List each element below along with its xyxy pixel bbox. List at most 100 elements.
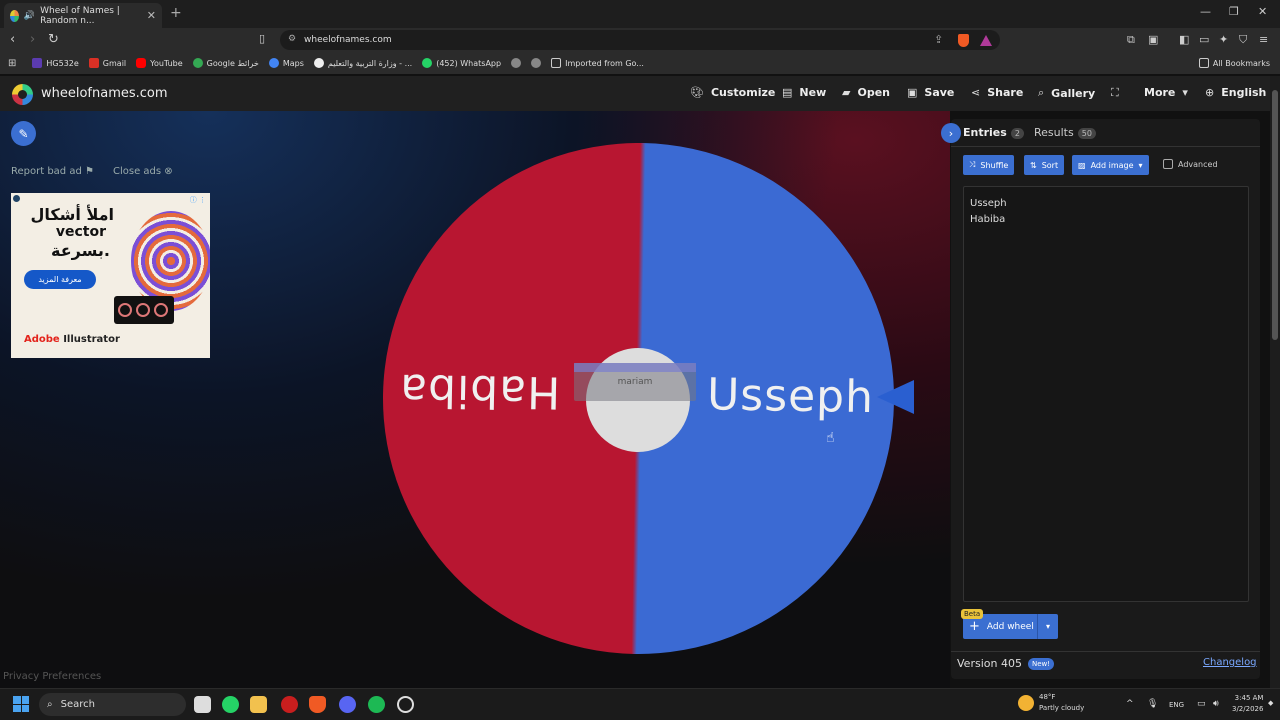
new-button[interactable]: ▤ New [782, 86, 826, 99]
new-badge: New! [1027, 657, 1055, 670]
discord-icon[interactable] [339, 696, 356, 713]
advertisement[interactable]: ⓘ ⋮ املأ أشكال vector بسرعة. معرفة المزي… [11, 193, 210, 358]
caret-down-icon: ▾ [1182, 86, 1188, 99]
whatsapp-taskbar-icon[interactable] [222, 696, 239, 713]
tab-results[interactable]: Results 50 [1034, 126, 1096, 139]
bookmark-item[interactable]: (452) WhatsApp [422, 58, 501, 68]
spotify-icon[interactable] [368, 696, 385, 713]
site-info-icon[interactable]: ⚙ [288, 34, 296, 44]
shuffle-button[interactable]: ⤨ Shuffle [963, 155, 1015, 175]
bookmark-icon[interactable]: ▯ [259, 32, 265, 45]
close-ads-link[interactable]: Close ads ⊗ [113, 166, 173, 177]
save-button[interactable]: ▣ Save [907, 86, 954, 99]
globe-bookmark-icon[interactable] [531, 58, 542, 68]
wheel-pointer-icon [877, 380, 914, 414]
bookmark-item[interactable]: وزارة التربية والتعليم - ... [313, 58, 412, 68]
search-icon: ⌕ [47, 699, 53, 710]
share-page-icon[interactable]: ⇪ [934, 33, 943, 46]
notification-icon[interactable]: ◆ [1268, 699, 1273, 707]
site-title[interactable]: wheelofnames.com [41, 86, 168, 101]
network-icon[interactable]: ▭ [1197, 699, 1206, 709]
language-indicator[interactable]: ENG [1169, 701, 1184, 709]
tab-entries[interactable]: Entries 2 [963, 126, 1024, 139]
wallet-icon[interactable]: ▣ [1148, 33, 1158, 46]
windows-start-icon[interactable] [13, 696, 29, 712]
edit-pencil-icon[interactable]: ✎ [11, 121, 36, 146]
browser-tab[interactable]: 🔊 Wheel of Names | Random n... ✕ [4, 3, 162, 28]
brave-taskbar-icon[interactable] [309, 696, 326, 713]
url-text: wheelofnames.com [304, 35, 392, 45]
ad-headline-3: بسرعة. [51, 241, 110, 260]
adchoices-icon[interactable]: ⓘ ⋮ [190, 195, 206, 205]
privacy-preferences-link[interactable]: Privacy Preferences [3, 671, 101, 682]
sidebar-icon[interactable]: ◧ [1179, 33, 1189, 46]
vpn-shield-icon[interactable]: ⛉ [1239, 33, 1247, 47]
floppy-icon: ▣ [907, 86, 918, 99]
bookmark-item[interactable]: YouTube [136, 58, 183, 68]
share-button[interactable]: ⋖ Share [971, 86, 1023, 99]
entry-line: Habiba [970, 214, 1006, 225]
results-count: 50 [1077, 128, 1096, 139]
tray-chevron-icon[interactable]: ^ [1126, 699, 1134, 709]
extensions-icon[interactable]: ⧉ [1127, 33, 1135, 47]
add-image-button[interactable]: ▨ Add image ▾ [1072, 155, 1149, 175]
app-outline-icon[interactable] [397, 696, 414, 713]
speaker-icon[interactable]: 🔊 [24, 11, 35, 21]
fullscreen-button[interactable]: ⛶ [1111, 86, 1119, 100]
fullscreen-icon: ⛶ [1111, 86, 1119, 99]
wheel-segment-label: Habiba [398, 363, 561, 418]
reload-icon[interactable]: ↻ [48, 32, 59, 47]
caret-down-icon[interactable]: ▾ [1038, 622, 1058, 631]
address-bar[interactable]: ⚙ wheelofnames.com [280, 30, 1000, 50]
weather-widget[interactable]: 48°F Partly cloudy [1018, 692, 1084, 714]
advanced-checkbox[interactable]: Advanced [1163, 159, 1218, 169]
minimize-icon[interactable]: — [1200, 5, 1211, 18]
bookmark-item[interactable]: Gmail [88, 58, 126, 68]
volume-icon[interactable]: 🔊︎ [1213, 699, 1219, 709]
new-tab-button[interactable]: + [170, 5, 182, 21]
window-close-icon[interactable]: ✕ [1258, 5, 1267, 18]
microphone-icon[interactable]: 🎙︎ [1147, 699, 1158, 709]
tab-search-icon[interactable]: ▭ [1199, 33, 1209, 46]
system-clock[interactable]: 3:45 AM 3/2/2026 [1232, 693, 1263, 715]
brave-shields-icon[interactable] [958, 34, 969, 47]
task-view-icon[interactable] [194, 696, 211, 713]
menu-icon[interactable]: ≡ [1259, 33, 1268, 46]
apps-icon[interactable]: ⊞ [8, 58, 16, 69]
customize-button[interactable]: 🎨︎ Customize [690, 86, 775, 99]
scrollbar-thumb[interactable] [1272, 90, 1278, 340]
close-circle-icon: ⊗ [164, 166, 173, 177]
app-red-icon[interactable] [281, 696, 298, 713]
sort-button[interactable]: ⇅ Sort [1024, 155, 1065, 175]
wheel-logo-icon[interactable] [12, 84, 33, 105]
site-favicon-icon [10, 9, 19, 22]
bookmark-item[interactable]: HG532e [32, 58, 79, 68]
forward-icon[interactable]: › [30, 32, 35, 47]
open-button[interactable]: ▰ Open [842, 86, 890, 99]
back-icon[interactable]: ‹ [10, 32, 15, 47]
more-button[interactable]: More ▾ [1144, 86, 1188, 99]
bookmark-item[interactable]: Maps [268, 58, 304, 68]
brave-rewards-icon[interactable] [980, 35, 992, 46]
file-explorer-icon[interactable] [250, 696, 267, 713]
tab-close-icon[interactable]: ✕ [147, 9, 156, 22]
changelog-link[interactable]: Changelog [1203, 657, 1257, 668]
entries-textarea[interactable]: Usseph Habiba [963, 186, 1249, 602]
gallery-button[interactable]: ⌕ Gallery [1038, 86, 1095, 100]
leo-ai-icon[interactable]: ✦ [1219, 33, 1228, 46]
search-icon: ⌕ [1038, 86, 1045, 99]
bookmark-folder[interactable]: Imported from Go... [551, 58, 644, 68]
ad-learn-more-button[interactable]: معرفة المزيد [24, 270, 96, 289]
maximize-icon[interactable]: ❐ [1229, 5, 1239, 18]
collapse-chevron-icon[interactable]: › [941, 123, 961, 143]
language-button[interactable]: ⊕ English [1205, 86, 1266, 99]
checkbox-icon[interactable] [1163, 159, 1173, 169]
sort-icon: ⇅ [1030, 160, 1037, 170]
bookmark-item[interactable]: Google خرائط [192, 58, 259, 68]
ad-headline-1: املأ أشكال [30, 205, 114, 224]
taskbar-search[interactable]: ⌕ Search [39, 693, 186, 716]
globe-bookmark-icon[interactable] [511, 58, 522, 68]
caret-down-icon: ▾ [1138, 160, 1143, 170]
report-bad-ad-link[interactable]: Report bad ad ⚑ [11, 166, 94, 177]
all-bookmarks[interactable]: All Bookmarks [1198, 58, 1270, 68]
